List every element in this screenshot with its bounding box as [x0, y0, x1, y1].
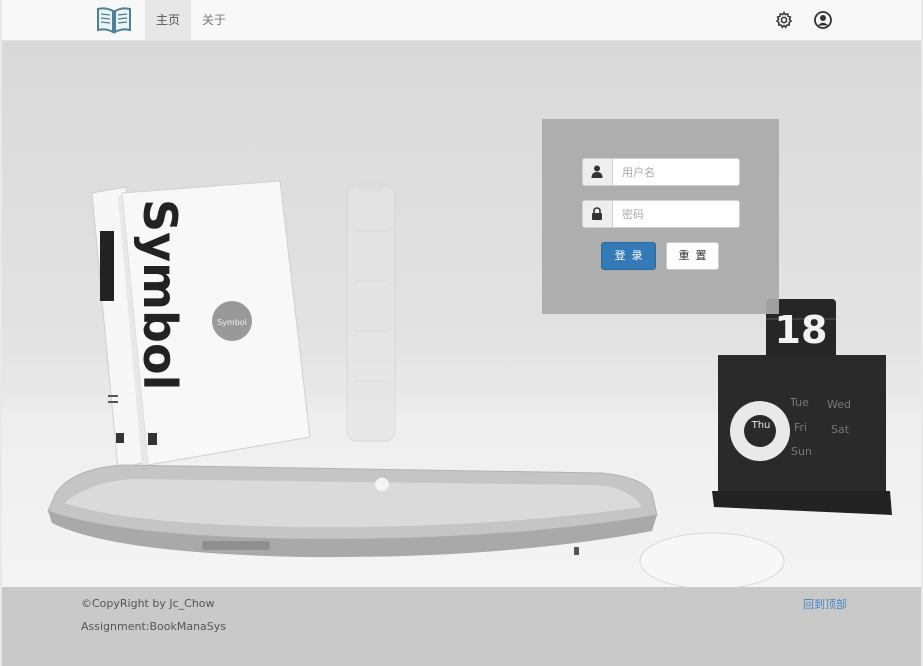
svg-text:Thu: Thu [751, 420, 771, 431]
bottle-image [346, 179, 396, 442]
login-button[interactable]: 登录 [601, 242, 656, 270]
reset-button[interactable]: 重置 [666, 242, 719, 270]
hero-background: Symbol Symbol 18 Thu Tue Wed Fri Sat Sun… [2, 41, 921, 587]
desk-scene-illustration: Symbol Symbol 18 Thu Tue Wed Fri Sat Sun [47, 179, 892, 587]
user-circle-icon[interactable] [813, 10, 833, 30]
username-input[interactable] [613, 159, 739, 185]
back-to-top-link[interactable]: 回到顶部 [803, 596, 847, 612]
password-group [582, 200, 740, 228]
svg-text:Sun: Sun [791, 445, 812, 458]
username-group [582, 158, 740, 186]
svg-text:18: 18 [775, 308, 828, 352]
nav-about[interactable]: 关于 [191, 0, 237, 40]
mouse-image [639, 532, 785, 587]
copyright-text: ©CopyRight by Jc_Chow [81, 597, 215, 610]
page-frame: 主页 关于 Symbol Symbol 18 Thu Tue Wed Fri S… [2, 0, 921, 666]
login-panel: 登录 重置 [542, 119, 779, 314]
lock-icon [592, 207, 602, 220]
gear-icon[interactable] [774, 10, 794, 30]
footer: ©CopyRight by Jc_Chow Assignment:BookMan… [2, 587, 921, 666]
svg-text:Tue: Tue [789, 396, 809, 409]
password-input[interactable] [613, 201, 739, 227]
username-addon [583, 159, 613, 185]
assignment-text: Assignment:BookManaSys [81, 620, 227, 633]
user-icon [591, 165, 603, 178]
navbar: 主页 关于 [2, 0, 921, 41]
book-symbol-image: Symbol Symbol [118, 180, 311, 467]
laptop-image [47, 464, 658, 558]
svg-text:Symbol: Symbol [133, 199, 187, 390]
svg-text:Sat: Sat [831, 423, 850, 436]
open-book-icon[interactable] [96, 5, 132, 35]
password-addon [583, 201, 613, 227]
calendar-image: 18 Thu Tue Wed Fri Sat Sun [712, 299, 892, 515]
svg-text:Fri: Fri [794, 421, 807, 434]
svg-text:Wed: Wed [827, 398, 851, 411]
nav-home[interactable]: 主页 [145, 0, 192, 40]
svg-text:Symbol: Symbol [217, 318, 247, 327]
